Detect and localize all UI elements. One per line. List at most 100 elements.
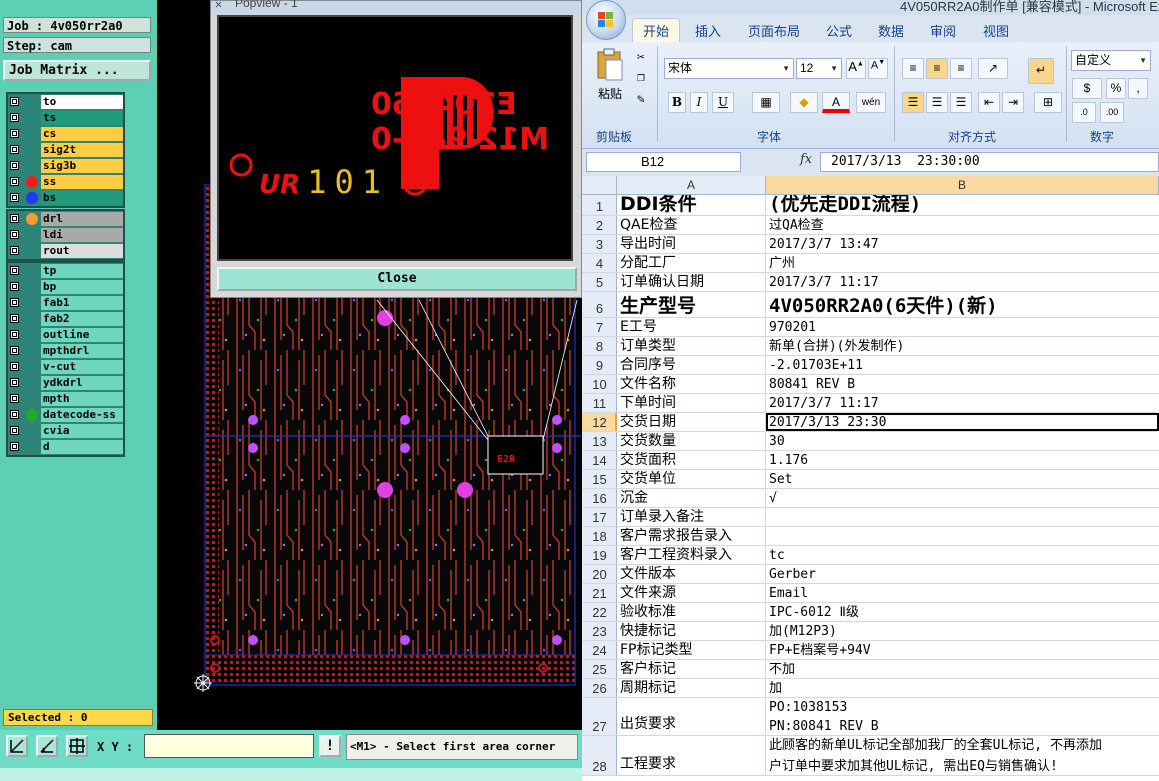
layer-checkbox[interactable] [10,378,19,387]
fill-color-icon[interactable]: ◆ [790,92,818,113]
cell-a[interactable]: 周期标记 [617,679,766,697]
align-top-icon[interactable]: ≡ [902,58,924,79]
row-header[interactable]: 1 [582,195,617,215]
popview-zoom-view[interactable]: E204460 M12 94V-0 101 UR [217,15,573,261]
bold-icon[interactable]: B [668,92,686,113]
cell-a[interactable]: 文件名称 [617,375,766,393]
layer-row-ldi[interactable]: ldi [8,227,123,243]
align-right-icon[interactable]: ☰ [950,92,972,113]
layer-name[interactable]: cvia [41,424,123,438]
cell-b[interactable]: 新单(合拼)(外发制作) [766,337,1159,355]
layer-name[interactable]: ldi [41,228,123,242]
layer-checkbox[interactable] [10,282,19,291]
row-header[interactable]: 20 [582,565,617,583]
layer-row-cvia[interactable]: cvia [8,423,123,439]
tab-review[interactable]: 审阅 [930,21,956,40]
layer-name[interactable]: fab1 [41,296,123,310]
tab-home[interactable]: 开始 [643,21,669,40]
cell-b[interactable]: Gerber [766,565,1159,583]
layer-checkbox[interactable] [10,113,19,122]
cell-b[interactable]: √ [766,489,1159,507]
row-header[interactable]: 6 [582,292,617,317]
increase-indent-icon[interactable]: ⇥ [1002,92,1024,113]
layer-row-tp[interactable]: tp [8,263,123,279]
font-name-select[interactable]: 宋体 ▼ [664,58,794,79]
cell-a[interactable]: 订单确认日期 [617,273,766,291]
row-header[interactable]: 26 [582,679,617,697]
shrink-font-icon[interactable]: A▼ [868,58,888,79]
layer-name[interactable]: ts [41,111,123,125]
cell-b[interactable]: Email [766,584,1159,602]
row-header[interactable]: 9 [582,356,617,374]
cell-b[interactable]: 1.176 [766,451,1159,469]
layer-checkbox[interactable] [10,193,19,202]
cell-a[interactable]: 分配工厂 [617,254,766,272]
orientation-icon[interactable]: ↗ [978,58,1008,79]
cell-a[interactable]: 文件来源 [617,584,766,602]
cut-icon[interactable]: ✂ [637,50,645,65]
layer-row-rout[interactable]: rout [8,243,123,259]
select-tool-icon[interactable] [6,735,28,757]
row-header[interactable]: 8 [582,337,617,355]
row-header[interactable]: 2 [582,216,617,234]
row-header[interactable]: 10 [582,375,617,393]
layer-name[interactable]: bs [41,191,123,205]
font-color-icon[interactable]: A [822,92,850,113]
layer-row-to[interactable]: to [8,94,123,110]
layer-row-ss[interactable]: ss [8,174,123,190]
selected-cell-b12[interactable]: 2017/3/13 23:30 [766,413,1159,431]
cell-b[interactable]: 30 [766,432,1159,450]
cell-b[interactable]: 不加 [766,660,1159,678]
cell-a[interactable]: 生产型号 [617,292,766,317]
layer-checkbox[interactable] [10,426,19,435]
cell-a[interactable]: 客户工程资料录入 [617,546,766,564]
decrease-decimal-icon[interactable]: .00 [1100,102,1124,123]
layer-row-d[interactable]: d [8,439,123,455]
font-size-select[interactable]: 12 ▼ [796,58,842,79]
row-header[interactable]: 17 [582,508,617,526]
cell-b[interactable]: 2017/3/7 11:17 [766,394,1159,412]
popview-titlebar[interactable]: ✕ Popview - 1 [211,0,581,15]
layer-checkbox[interactable] [10,362,19,371]
layer-checkbox[interactable] [10,346,19,355]
cell-a[interactable]: 交货单位 [617,470,766,488]
grid-snap-icon[interactable] [66,735,88,757]
cell-a[interactable]: 合同序号 [617,356,766,374]
fx-icon[interactable]: fx [800,152,812,167]
layer-checkbox[interactable] [10,330,19,339]
cell-a[interactable]: FP标记类型 [617,641,766,659]
cell-a[interactable]: 交货数量 [617,432,766,450]
cell-a[interactable]: 订单录入备注 [617,508,766,526]
excel-titlebar[interactable]: 4V050RR2A0制作单 [兼容模式] - Microsoft Excel [582,0,1159,15]
row-header[interactable]: 19 [582,546,617,564]
formula-input[interactable]: 2017/3/13 23:30:00 [820,152,1159,172]
phonetic-icon[interactable]: wén [856,92,886,113]
italic-icon[interactable]: I [690,92,708,113]
layer-name[interactable]: drl [41,212,123,226]
layer-name[interactable]: cs [41,127,123,141]
layer-checkbox[interactable] [10,161,19,170]
column-header-a[interactable]: A [617,176,766,194]
layer-checkbox[interactable] [10,410,19,419]
cell-b[interactable]: Set [766,470,1159,488]
row-header[interactable]: 16 [582,489,617,507]
cell-a[interactable]: 订单类型 [617,337,766,355]
step-field[interactable]: Step: cam [3,37,151,53]
layer-checkbox[interactable] [10,129,19,138]
row-header[interactable]: 5 [582,273,617,291]
layer-checkbox[interactable] [10,177,19,186]
cell-b[interactable]: 加 [766,679,1159,697]
select-all-corner[interactable] [582,176,617,194]
tab-page-layout[interactable]: 页面布局 [748,21,800,40]
layer-row-mpthdrl[interactable]: mpthdrl [8,343,123,359]
cell-b[interactable]: (优先走DDI流程) [766,195,1159,215]
align-center-icon[interactable]: ☰ [926,92,948,113]
popview-close-button[interactable]: Close [217,267,577,291]
cell-b[interactable]: 此顾客的新单UL标记全部加我厂的全套UL标记, 不再添加 户订单中要求加其他UL标… [766,736,1159,775]
layer-row-fab1[interactable]: fab1 [8,295,123,311]
cell-a[interactable]: 导出时间 [617,235,766,253]
row-header[interactable]: 27 [582,698,617,735]
layer-row-ydkdrl[interactable]: ydkdrl [8,375,123,391]
layer-checkbox[interactable] [10,442,19,451]
tab-data[interactable]: 数据 [878,21,904,40]
